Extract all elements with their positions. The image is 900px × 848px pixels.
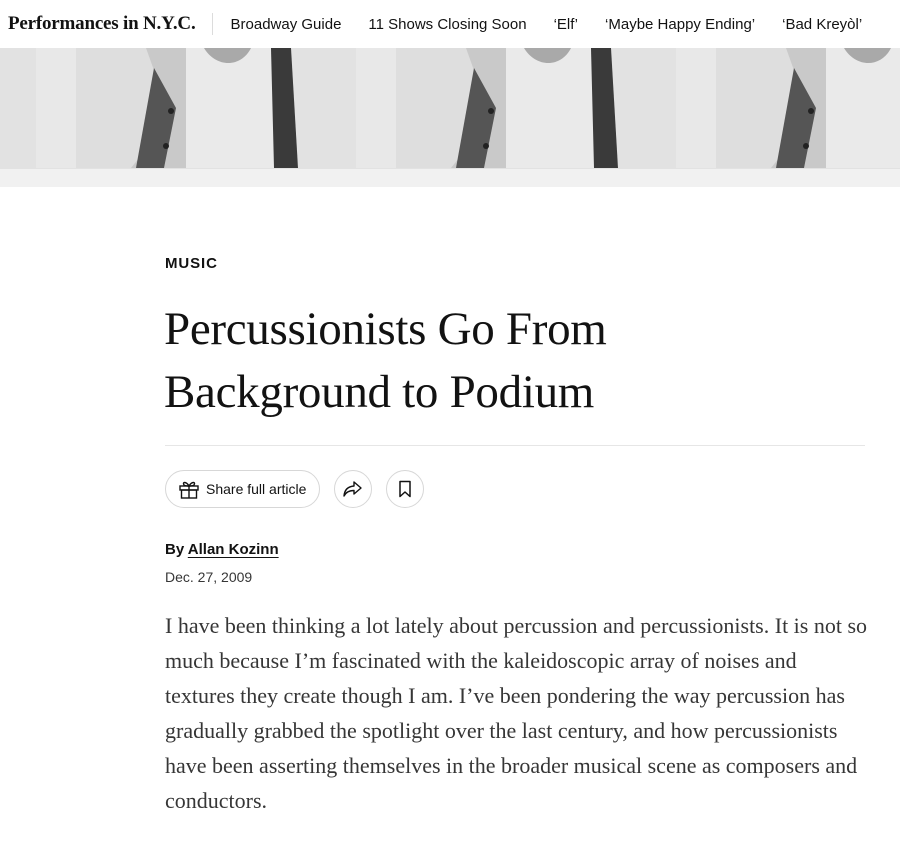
save-button[interactable] bbox=[386, 470, 425, 508]
hero-image-strip bbox=[0, 48, 900, 168]
share-full-article-button[interactable]: Share full article bbox=[165, 470, 321, 508]
share-full-article-label: Share full article bbox=[206, 481, 307, 497]
article-body-paragraph: I have been thinking a lot lately about … bbox=[165, 613, 868, 813]
publish-date: Dec. 27, 2009 bbox=[165, 569, 253, 585]
nav-link-maybe-happy-ending[interactable]: ‘Maybe Happy Ending’ bbox=[605, 16, 755, 33]
byline: By Allan Kozinn bbox=[165, 541, 279, 558]
share-arrow-icon bbox=[343, 481, 363, 497]
share-button[interactable] bbox=[334, 470, 373, 508]
hero-image-tile bbox=[356, 48, 676, 168]
hero-image-tile bbox=[0, 48, 36, 168]
nav-link-elf[interactable]: ‘Elf’ bbox=[554, 16, 578, 33]
section-kicker[interactable]: MUSIC bbox=[165, 255, 218, 272]
nav-links: Broadway Guide 11 Shows Closing Soon ‘El… bbox=[231, 16, 863, 33]
article-headline: Percussionists Go From Background to Pod… bbox=[164, 303, 607, 418]
hero-image-tile bbox=[36, 48, 356, 168]
nav-link-broadway-guide[interactable]: Broadway Guide bbox=[231, 16, 342, 33]
hero-bottom-band bbox=[0, 168, 900, 187]
byline-prefix: By bbox=[165, 541, 188, 558]
headline-divider bbox=[165, 445, 865, 446]
top-nav: Performances in N.Y.C. Broadway Guide 11… bbox=[0, 0, 900, 48]
nav-link-shows-closing[interactable]: 11 Shows Closing Soon bbox=[368, 16, 526, 33]
section-brand-link[interactable]: Performances in N.Y.C. bbox=[8, 13, 196, 35]
author-link[interactable]: Allan Kozinn bbox=[188, 541, 279, 558]
gift-icon bbox=[179, 481, 199, 499]
hero-image-tile bbox=[676, 48, 900, 168]
bookmark-icon bbox=[399, 480, 412, 498]
article-actions: Share full article bbox=[165, 470, 425, 508]
nav-link-bad-kreyol[interactable]: ‘Bad Kreyòl’ bbox=[782, 16, 862, 33]
nav-divider bbox=[211, 13, 213, 35]
